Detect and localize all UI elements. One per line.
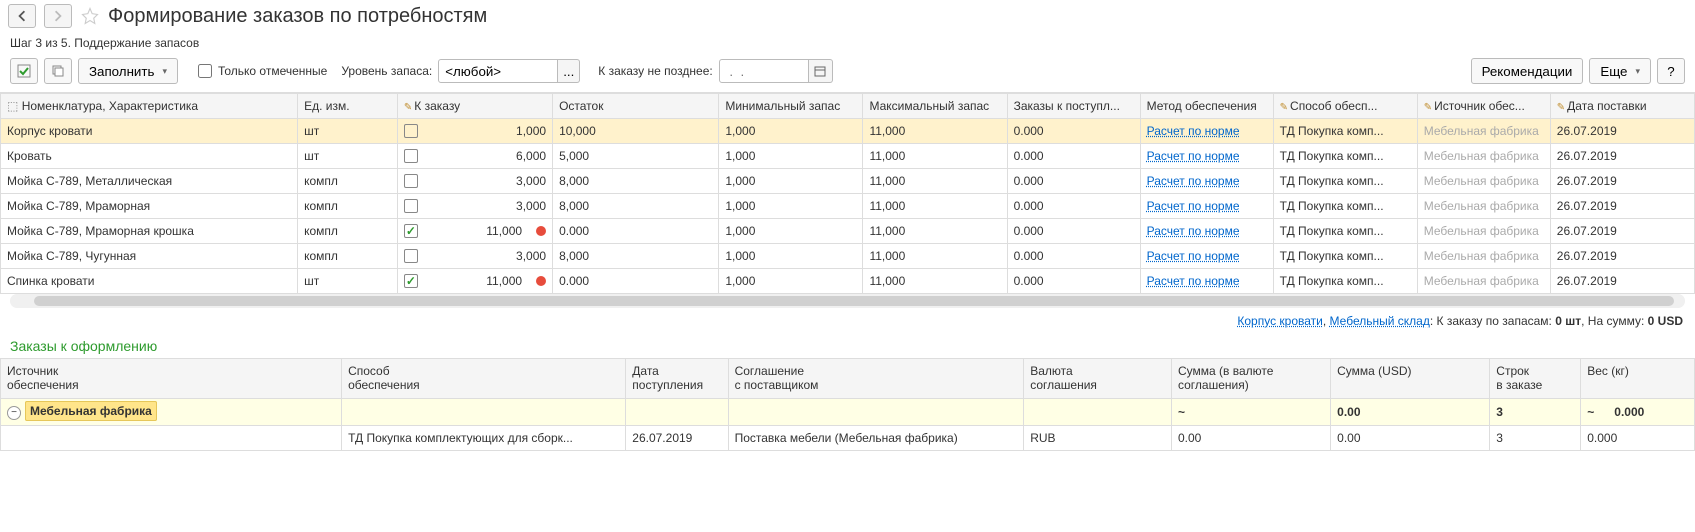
step-indicator: Шаг 3 из 5. Поддержание запасов xyxy=(0,32,1695,54)
copy-button[interactable] xyxy=(44,58,72,84)
method-link[interactable]: Расчет по норме xyxy=(1147,149,1240,163)
col-way[interactable]: ✎Способ обесп... xyxy=(1273,94,1417,119)
method-link[interactable]: Расчет по норме xyxy=(1147,199,1240,213)
method-link[interactable]: Расчет по норме xyxy=(1147,274,1240,288)
col-nomenclature[interactable]: ⬚ Номенклатура, Характеристика xyxy=(1,94,298,119)
group-row[interactable]: −Мебельная фабрика ~ 0.00 3 ~ 0.000 xyxy=(1,398,1695,425)
table-row[interactable]: Мойка С-789, Мраморнаякомпл3,0008,0001,0… xyxy=(1,194,1695,219)
method-link[interactable]: Расчет по норме xyxy=(1147,174,1240,188)
orders-grid[interactable]: Источникобеспечения Способобеспечения Да… xyxy=(0,358,1695,451)
row-checkbox[interactable] xyxy=(404,249,418,263)
row-checkbox[interactable] xyxy=(404,174,418,188)
col2-sum-usd[interactable]: Сумма (USD) xyxy=(1331,359,1490,399)
stock-level-more-button[interactable]: ... xyxy=(558,59,580,83)
col2-agreement[interactable]: Соглашениес поставщиком xyxy=(728,359,1024,399)
orders-section-title: Заказы к оформлению xyxy=(0,334,1695,358)
main-grid[interactable]: ⬚ Номенклатура, Характеристика Ед. изм. … xyxy=(0,93,1695,294)
method-link[interactable]: Расчет по норме xyxy=(1147,224,1240,238)
alert-dot-icon xyxy=(536,276,546,286)
fill-button[interactable]: Заполнить xyxy=(78,58,178,84)
row-checkbox[interactable] xyxy=(404,274,418,288)
calendar-button[interactable] xyxy=(809,59,833,83)
col-max[interactable]: Максимальный запас xyxy=(863,94,1007,119)
col-rest[interactable]: Остаток xyxy=(553,94,719,119)
table-row[interactable]: Мойка С-789, Металлическаякомпл3,0008,00… xyxy=(1,169,1695,194)
table-row[interactable]: Мойка С-789, Чугуннаякомпл3,0008,0001,00… xyxy=(1,244,1695,269)
col-incoming[interactable]: Заказы к поступл... xyxy=(1007,94,1140,119)
method-link[interactable]: Расчет по норме xyxy=(1147,124,1240,138)
table-row[interactable]: Кроватьшт6,0005,0001,00011,0000.000Расче… xyxy=(1,144,1695,169)
collapse-icon[interactable]: − xyxy=(7,406,21,420)
horizontal-scrollbar[interactable] xyxy=(10,294,1685,308)
recommendations-button[interactable]: Рекомендации xyxy=(1471,58,1584,84)
link-warehouse[interactable]: Мебельный склад xyxy=(1330,314,1430,328)
only-checked-label: Только отмеченные xyxy=(218,64,327,78)
nav-forward-button[interactable] xyxy=(44,4,72,28)
col-method[interactable]: Метод обеспечения xyxy=(1140,94,1273,119)
col-unit[interactable]: Ед. изм. xyxy=(298,94,398,119)
link-item[interactable]: Корпус кровати xyxy=(1237,314,1322,328)
order-row[interactable]: ТД Покупка комплектующих для сборк... 26… xyxy=(1,425,1695,450)
only-checked-checkbox[interactable] xyxy=(198,64,212,78)
check-all-button[interactable] xyxy=(10,58,38,84)
more-button[interactable]: Еще xyxy=(1589,58,1651,84)
table-row[interactable]: Корпус кроватишт1,00010,0001,00011,0000.… xyxy=(1,119,1695,144)
col-order[interactable]: ✎К заказу xyxy=(397,94,552,119)
stock-level-label: Уровень запаса: xyxy=(341,64,432,78)
row-checkbox[interactable] xyxy=(404,224,418,238)
col2-sum-cur[interactable]: Сумма (в валютесоглашения) xyxy=(1171,359,1330,399)
col2-weight[interactable]: Вес (кг) xyxy=(1581,359,1695,399)
col2-lines[interactable]: Строкв заказе xyxy=(1490,359,1581,399)
col2-source[interactable]: Источникобеспечения xyxy=(1,359,342,399)
status-line: Корпус кровати, Мебельный склад: К заказ… xyxy=(0,308,1695,334)
row-checkbox[interactable] xyxy=(404,124,418,138)
col2-way[interactable]: Способобеспечения xyxy=(342,359,626,399)
stock-level-input[interactable] xyxy=(438,59,558,83)
col2-date[interactable]: Датапоступления xyxy=(626,359,728,399)
col-date[interactable]: ✎Дата поставки xyxy=(1550,94,1694,119)
order-before-label: К заказу не позднее: xyxy=(598,64,712,78)
col2-currency[interactable]: Валютасоглашения xyxy=(1024,359,1172,399)
help-button[interactable]: ? xyxy=(1657,58,1685,84)
row-checkbox[interactable] xyxy=(404,199,418,213)
row-checkbox[interactable] xyxy=(404,149,418,163)
alert-dot-icon xyxy=(536,226,546,236)
col-source[interactable]: ✎Источник обес... xyxy=(1417,94,1550,119)
nav-back-button[interactable] xyxy=(8,4,36,28)
page-title: Формирование заказов по потребностям xyxy=(108,5,487,28)
method-link[interactable]: Расчет по норме xyxy=(1147,249,1240,263)
favorite-icon[interactable] xyxy=(80,6,100,26)
order-before-date-input[interactable] xyxy=(719,59,809,83)
table-row[interactable]: Мойка С-789, Мраморная крошкакомпл11,000… xyxy=(1,219,1695,244)
col-min[interactable]: Минимальный запас xyxy=(719,94,863,119)
table-row[interactable]: Спинка кроватишт11,0000.0001,00011,0000.… xyxy=(1,269,1695,294)
